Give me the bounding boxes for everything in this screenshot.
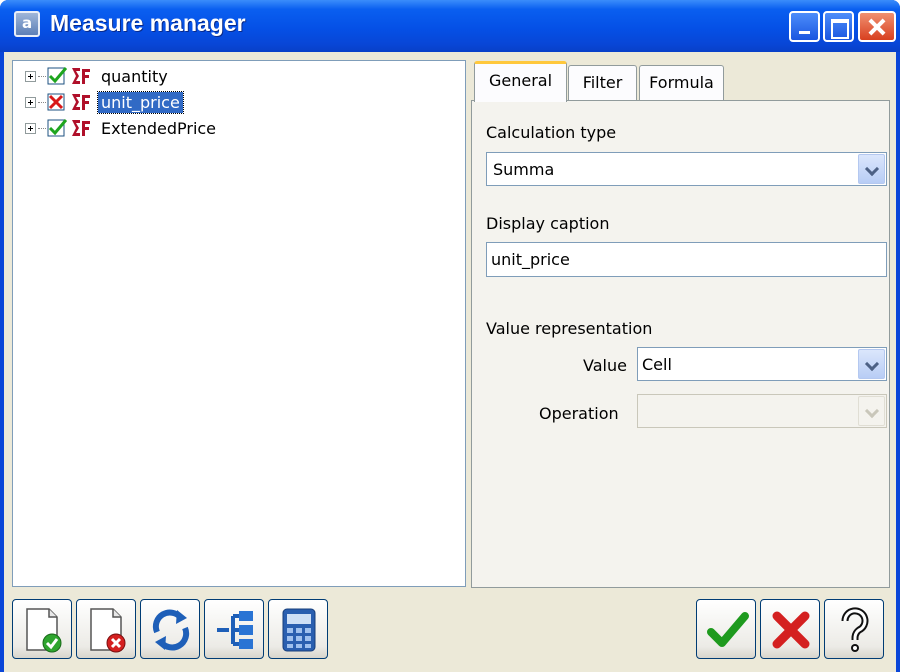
- app-icon: a: [14, 11, 40, 37]
- chevron-down-icon[interactable]: [858, 154, 885, 184]
- measure-sigma-icon: [72, 68, 90, 84]
- measure-sigma-icon: [72, 94, 90, 110]
- expand-icon[interactable]: [25, 122, 36, 134]
- calculation-type-label: Calculation type: [486, 123, 617, 142]
- new-measure-button[interactable]: [12, 599, 72, 659]
- display-caption-value: unit_price: [491, 250, 570, 269]
- delete-measure-button[interactable]: [76, 599, 136, 659]
- value-select[interactable]: Cell: [637, 347, 887, 381]
- refresh-icon: [152, 609, 190, 651]
- tree-item-label: ExtendedPrice: [101, 118, 217, 138]
- hierarchy-button[interactable]: [204, 599, 264, 659]
- value-representation-label: Value representation: [486, 319, 653, 338]
- title-bar[interactable]: a Measure manager: [0, 0, 900, 52]
- tree-item-extendedprice[interactable]: ExtendedPrice: [25, 115, 219, 141]
- ok-button[interactable]: [696, 599, 756, 659]
- window-title: Measure manager: [50, 10, 246, 36]
- tree-item-label: quantity: [101, 66, 168, 86]
- dialog-client-area: quantity unit_price ExtendedPrice Genera…: [4, 52, 896, 672]
- calculation-type-select[interactable]: Summa: [486, 152, 887, 186]
- measure-tree[interactable]: quantity unit_price ExtendedPrice: [12, 60, 466, 587]
- operation-select: [637, 394, 887, 428]
- value-label: Value: [583, 356, 627, 375]
- checked-icon[interactable]: [47, 66, 67, 86]
- help-button[interactable]: [824, 599, 884, 659]
- tree-item-unit-price[interactable]: unit_price: [25, 89, 184, 115]
- calculation-type-value: Summa: [493, 160, 555, 179]
- cancel-x-icon: [772, 611, 810, 649]
- value-select-value: Cell: [642, 355, 672, 374]
- display-caption-input[interactable]: unit_price: [486, 242, 887, 277]
- tab-formula[interactable]: Formula: [639, 65, 724, 101]
- help-question-icon: [841, 607, 869, 652]
- calculator-button[interactable]: [268, 599, 328, 659]
- delete-measure-icon: [90, 608, 126, 653]
- refresh-button[interactable]: [140, 599, 200, 659]
- operation-label: Operation: [539, 404, 619, 423]
- general-tab-page: Calculation type Summa Display caption u…: [471, 100, 890, 588]
- minimize-button[interactable]: [789, 11, 820, 42]
- maximize-button[interactable]: [823, 11, 854, 42]
- expand-icon[interactable]: [25, 96, 36, 108]
- chevron-down-icon[interactable]: [858, 349, 885, 379]
- calculator-icon: [282, 608, 316, 652]
- hierarchy-icon: [217, 611, 253, 649]
- expand-icon[interactable]: [25, 70, 36, 82]
- tree-connector: [38, 101, 46, 103]
- checked-icon[interactable]: [47, 118, 67, 138]
- close-button[interactable]: [858, 11, 896, 42]
- cancel-button[interactable]: [760, 599, 820, 659]
- chevron-down-icon: [858, 396, 885, 426]
- tree-connector: [38, 127, 46, 129]
- ok-check-icon: [707, 612, 749, 647]
- unchecked-cross-icon[interactable]: [47, 92, 67, 112]
- tree-connector: [38, 75, 46, 77]
- new-measure-icon: [26, 608, 62, 653]
- measure-sigma-icon: [72, 120, 90, 136]
- tab-general[interactable]: General: [474, 61, 567, 102]
- display-caption-label: Display caption: [486, 214, 610, 233]
- measure-manager-window: a Measure manager quantity unit_price Ex…: [0, 0, 900, 672]
- tree-item-quantity[interactable]: quantity: [25, 63, 171, 89]
- tree-item-label: unit_price: [97, 90, 184, 114]
- tab-filter[interactable]: Filter: [568, 65, 637, 101]
